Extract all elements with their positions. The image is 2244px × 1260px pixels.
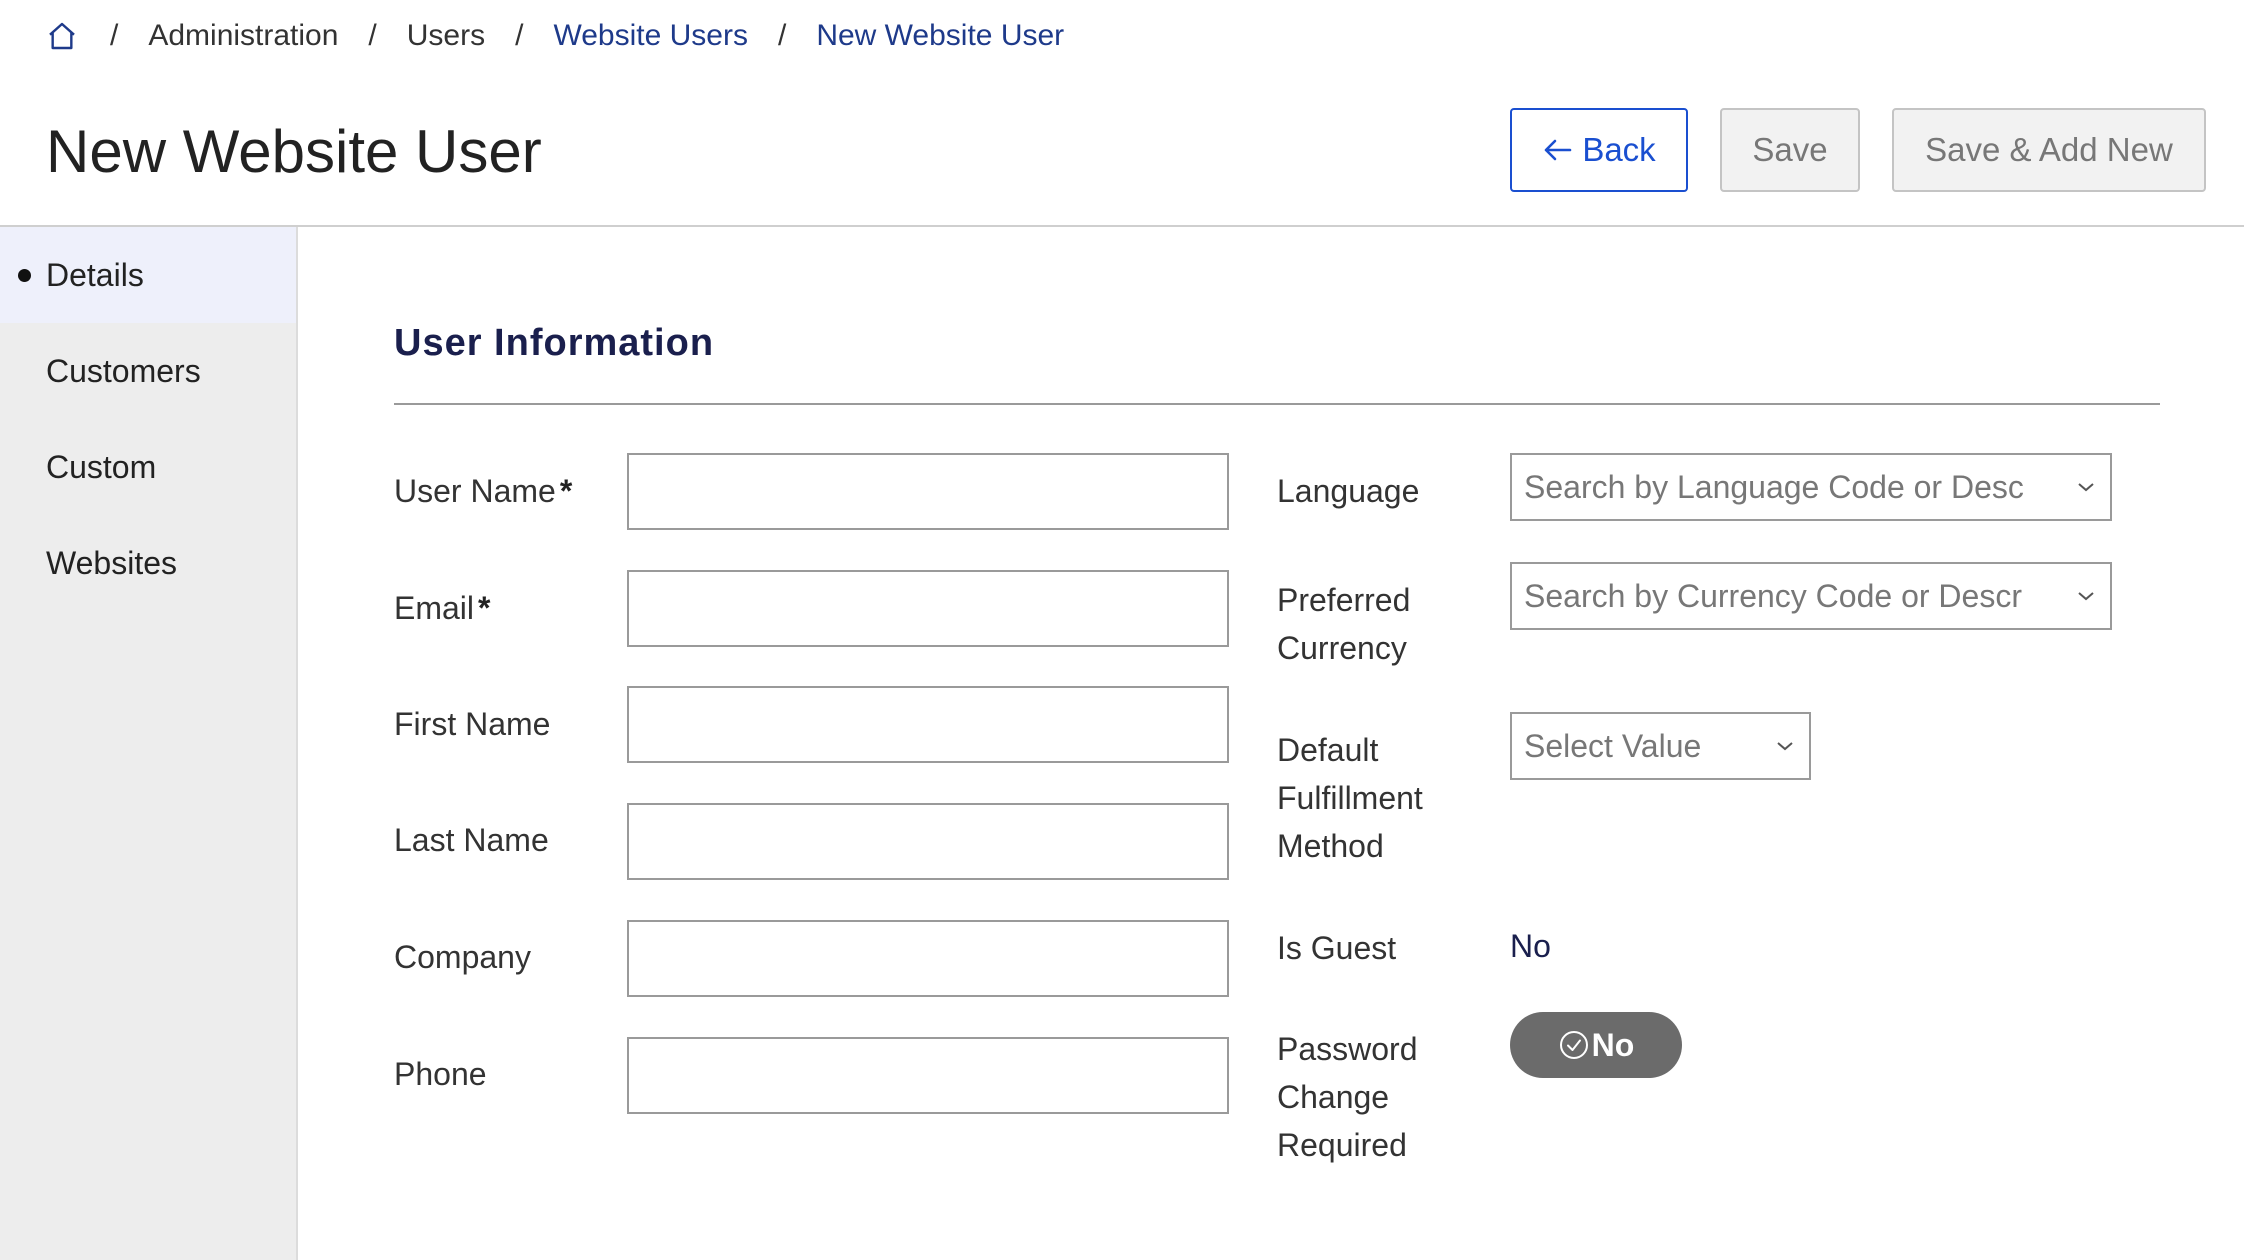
password-label-line: Password bbox=[1277, 1031, 1418, 1067]
company-input[interactable] bbox=[627, 920, 1229, 997]
required-marker: * bbox=[559, 473, 573, 509]
breadcrumb-administration: Administration bbox=[148, 19, 339, 52]
password-label-line: Required bbox=[1277, 1127, 1407, 1163]
sidebar: Details Customers Custom Websites bbox=[0, 227, 298, 1260]
home-icon[interactable] bbox=[44, 18, 80, 54]
section-title: User Information bbox=[394, 322, 715, 364]
save-button[interactable]: Save bbox=[1720, 108, 1860, 192]
preferred-currency-label: Preferred Currency bbox=[1277, 576, 1410, 672]
phone-input[interactable] bbox=[627, 1037, 1229, 1114]
header-divider bbox=[0, 225, 2244, 227]
fulfillment-label-line: Fulfillment bbox=[1277, 780, 1423, 816]
is-guest-value: No bbox=[1510, 928, 1551, 964]
breadcrumb-separator: / bbox=[515, 19, 524, 52]
currency-select-placeholder: Search by Currency Code or Descr bbox=[1524, 577, 2022, 614]
fulfillment-label-line: Default bbox=[1277, 732, 1379, 768]
page-title: New Website User bbox=[46, 118, 542, 185]
sidebar-item-custom[interactable]: Custom bbox=[0, 419, 296, 515]
sidebar-item-label: Websites bbox=[46, 544, 178, 581]
language-label: Language bbox=[1277, 473, 1420, 509]
company-label: Company bbox=[394, 939, 531, 975]
default-fulfillment-method-label: Default Fulfillment Method bbox=[1277, 726, 1423, 870]
is-guest-label: Is Guest bbox=[1277, 930, 1397, 966]
check-circle-icon bbox=[1558, 1029, 1590, 1061]
fulfillment-select-placeholder: Select Value bbox=[1524, 727, 1702, 764]
user-name-label: User Name * bbox=[394, 467, 572, 515]
breadcrumb-new-website-user: New Website User bbox=[816, 19, 1065, 52]
email-label: Email * bbox=[394, 584, 490, 632]
breadcrumb-website-users[interactable]: Website Users bbox=[553, 19, 748, 53]
sidebar-item-customers[interactable]: Customers bbox=[0, 323, 296, 419]
chevron-down-icon bbox=[2074, 584, 2098, 608]
chevron-down-icon bbox=[1773, 734, 1797, 758]
breadcrumb-separator: / bbox=[368, 19, 377, 52]
breadcrumb-separator: / bbox=[110, 19, 119, 52]
active-indicator-icon bbox=[18, 268, 31, 282]
back-button-label: Back bbox=[1582, 131, 1656, 168]
breadcrumb-separator: / bbox=[777, 19, 787, 52]
user-name-input[interactable] bbox=[627, 453, 1229, 530]
preferred-currency-label-line: Preferred bbox=[1277, 582, 1411, 618]
language-select-placeholder: Search by Language Code or Desc bbox=[1524, 468, 2024, 505]
save-and-add-new-button[interactable]: Save & Add New bbox=[1892, 108, 2206, 192]
last-name-label: Last Name bbox=[394, 822, 549, 858]
user-name-label-text: User Name bbox=[394, 473, 556, 509]
password-change-required-label: Password Change Required bbox=[1277, 1025, 1418, 1169]
sidebar-item-label: Details bbox=[46, 256, 144, 293]
fulfillment-label-line: Method bbox=[1277, 828, 1384, 864]
breadcrumb-users: Users bbox=[406, 19, 486, 52]
default-fulfillment-method-select[interactable]: Select Value bbox=[1510, 712, 1811, 780]
sidebar-item-details[interactable]: Details bbox=[0, 227, 296, 323]
arrow-left-icon bbox=[1542, 136, 1574, 164]
first-name-input[interactable] bbox=[627, 686, 1229, 763]
chevron-down-icon bbox=[2074, 475, 2098, 499]
language-select[interactable]: Search by Language Code or Desc bbox=[1510, 453, 2112, 521]
section-divider bbox=[394, 403, 2160, 405]
phone-label: Phone bbox=[394, 1056, 487, 1092]
sidebar-item-label: Customers bbox=[46, 352, 201, 389]
toggle-label: No bbox=[1591, 1026, 1635, 1063]
preferred-currency-select[interactable]: Search by Currency Code or Descr bbox=[1510, 562, 2112, 630]
required-marker: * bbox=[478, 590, 491, 626]
last-name-input[interactable] bbox=[627, 803, 1229, 880]
back-button[interactable]: Back bbox=[1510, 108, 1688, 192]
sidebar-item-websites[interactable]: Websites bbox=[0, 515, 296, 611]
email-input[interactable] bbox=[627, 570, 1229, 647]
sidebar-item-label: Custom bbox=[46, 448, 157, 485]
password-label-line: Change bbox=[1277, 1079, 1390, 1115]
breadcrumb: / Administration / Users / Website Users… bbox=[44, 14, 1064, 58]
first-name-label: First Name bbox=[394, 706, 551, 742]
email-label-text: Email bbox=[394, 590, 475, 626]
preferred-currency-label-line: Currency bbox=[1277, 630, 1407, 666]
password-change-required-toggle[interactable]: No bbox=[1510, 1012, 1682, 1078]
